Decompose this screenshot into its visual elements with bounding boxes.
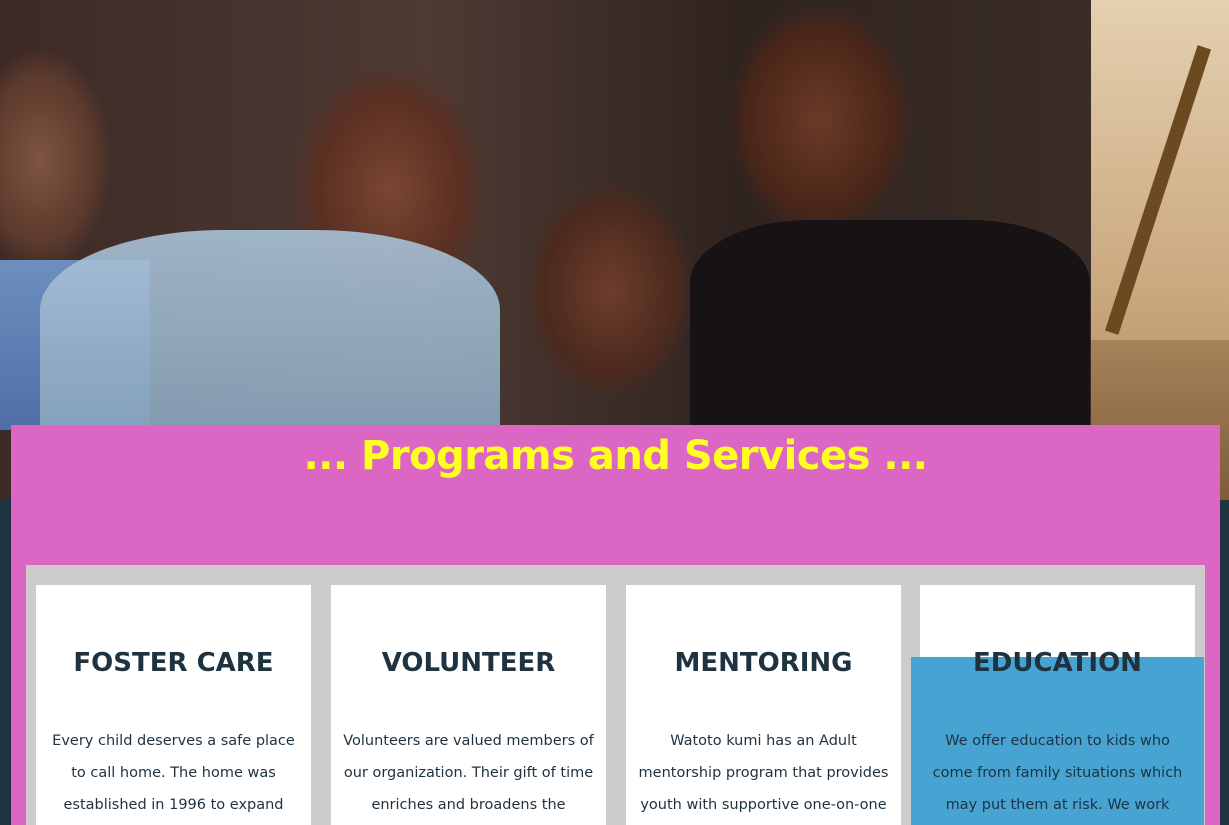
- card-text: Watoto kumi has an Adult mentorship prog…: [638, 733, 889, 813]
- card-text: We offer education to kids who come from…: [932, 733, 1183, 813]
- program-card-education[interactable]: EDUCATION We offer education to kids who…: [911, 585, 1204, 825]
- programs-services-section: ... Programs and Services ... FOSTER CAR…: [11, 425, 1220, 825]
- program-cards-container: FOSTER CARE Every child deserves a safe …: [26, 565, 1205, 825]
- card-text: Every child deserves a safe place to cal…: [52, 733, 295, 813]
- page: ... Programs and Services ... FOSTER CAR…: [0, 0, 1229, 825]
- card-title: VOLUNTEER: [381, 648, 556, 678]
- card-text: Volunteers are valued members of our org…: [343, 733, 594, 813]
- hero-pole: [1104, 45, 1212, 335]
- program-card-volunteer[interactable]: VOLUNTEER Volunteers are valued members …: [331, 585, 606, 825]
- program-card-foster-care[interactable]: FOSTER CARE Every child deserves a safe …: [36, 585, 311, 825]
- card-title: MENTORING: [674, 648, 853, 678]
- program-card-mentoring[interactable]: MENTORING Watoto kumi has an Adult mento…: [626, 585, 901, 825]
- card-title: FOSTER CARE: [73, 648, 274, 678]
- hero-clothing-blue-shirt: [40, 230, 500, 430]
- section-title: ... Programs and Services ...: [303, 433, 928, 479]
- card-title: EDUCATION: [973, 648, 1142, 678]
- hero-clothing-dark-shirt: [690, 220, 1090, 430]
